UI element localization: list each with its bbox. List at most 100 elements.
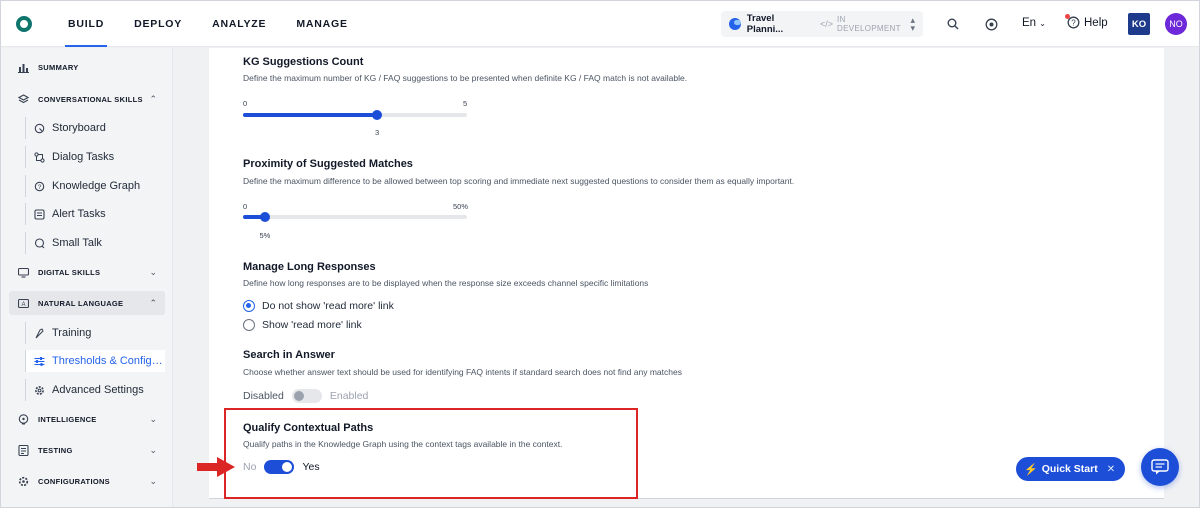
svg-text:A: A (21, 302, 25, 308)
sidebar-label: NATURAL LANGUAGE (38, 298, 124, 308)
proximity-min: 0 (243, 202, 248, 211)
qualify-paths-toggle-row: No Yes (243, 460, 320, 474)
sidebar-label: INTELLIGENCE (38, 414, 97, 424)
sidebar-item-label: Dialog Tasks (52, 151, 115, 163)
red-arrow-icon (197, 457, 235, 477)
kg-count-min: 0 (243, 99, 248, 108)
cog-icon (18, 476, 29, 487)
help-label: Help (1084, 16, 1108, 29)
checklist-icon (18, 444, 29, 456)
kg-count-title: KG Suggestions Count (243, 56, 364, 68)
radio-button[interactable] (243, 300, 255, 312)
top-navigation-bar: BUILD DEPLOY ANALYZE MANAGE Travel Plann… (1, 1, 1199, 47)
sidebar: SUMMARY CONVERSATIONAL SKILLS ⌃ Storyboa… (1, 48, 173, 507)
chevron-down-icon: ⌄ (149, 444, 157, 455)
sidebar-section-conversational-skills[interactable]: CONVERSATIONAL SKILLS ⌃ (9, 87, 165, 111)
sidebar-item-storyboard[interactable]: Storyboard (25, 117, 165, 139)
proximity-slider[interactable] (243, 212, 467, 222)
kg-count-description: Define the maximum number of KG / FAQ su… (243, 73, 688, 83)
help-button[interactable]: ? Help (1065, 14, 1108, 29)
chart-icon (18, 62, 29, 73)
sidebar-item-thresholds-configurations[interactable]: Thresholds & Configu... (25, 350, 165, 372)
language-icon: A (18, 298, 29, 309)
proximity-max: 50% (453, 202, 469, 211)
sidebar-section-digital-skills[interactable]: DIGITAL SKILLS ⌄ (9, 260, 165, 284)
proximity-slider-handle[interactable] (260, 212, 270, 222)
radio-label: Do not show 'read more' link (262, 300, 394, 312)
sidebar-label: TESTING (38, 445, 73, 455)
settings-panel: KG Suggestions Count Define the maximum … (209, 48, 1164, 499)
toggle-off-label: Disabled (243, 390, 284, 402)
sidebar-section-intelligence[interactable]: INTELLIGENCE ⌄ (9, 407, 165, 431)
kg-count-value: 3 (375, 128, 380, 137)
app-switcher[interactable]: Travel Planni... </> IN DEVELOPMENT ▴ ▾ (721, 11, 923, 37)
sidebar-section-testing[interactable]: TESTING ⌄ (9, 438, 165, 462)
radio-do-not-show-read-more[interactable]: Do not show 'read more' link (243, 300, 394, 312)
app-window: BUILD DEPLOY ANALYZE MANAGE Travel Plann… (0, 0, 1200, 508)
quick-start-button[interactable]: ⚡ Quick Start ✕ (1016, 457, 1125, 481)
scrollbar[interactable] (1191, 48, 1197, 507)
sidebar-item-small-talk[interactable]: Small Talk (25, 232, 165, 254)
qualify-paths-toggle[interactable] (264, 460, 295, 474)
kg-count-slider-handle[interactable] (372, 110, 382, 120)
sidebar-item-dialog-tasks[interactable]: Dialog Tasks (25, 146, 165, 168)
sidebar-item-training[interactable]: Training (25, 322, 165, 344)
kore-logo-icon[interactable] (16, 15, 32, 32)
search-in-answer-toggle[interactable] (291, 389, 322, 403)
sidebar-section-natural-language[interactable]: A NATURAL LANGUAGE ⌃ (9, 291, 165, 315)
toggle-on-label: Yes (302, 461, 320, 473)
chat-widget-button[interactable] (1141, 448, 1179, 486)
brain-icon (18, 413, 29, 425)
app-avatar-icon (729, 18, 741, 30)
radio-show-read-more[interactable]: Show 'read more' link (243, 319, 362, 331)
qualify-paths-title: Qualify Contextual Paths (243, 422, 374, 434)
sidebar-label: DIGITAL SKILLS (38, 267, 101, 277)
dialog-flow-icon (34, 151, 45, 163)
svg-text:?: ? (1071, 18, 1076, 27)
kg-count-slider-fill (243, 113, 377, 117)
proximity-value: 5% (259, 231, 271, 240)
app-name: Travel Planni... (746, 13, 784, 35)
qualify-paths-description: Qualify paths in the Knowledge Graph usi… (243, 439, 563, 449)
toggle-off-label: No (243, 461, 257, 473)
sidebar-item-advanced-settings[interactable]: Advanced Settings (25, 379, 165, 401)
lightning-icon: ⚡ (1024, 463, 1038, 476)
app-status: IN DEVELOPMENT (837, 15, 901, 33)
knowledge-graph-icon: ? (34, 181, 45, 192)
long-responses-description: Define how long responses are to be disp… (243, 278, 649, 288)
sidebar-item-label: Training (52, 327, 92, 339)
sidebar-item-label: Storyboard (52, 122, 106, 134)
sidebar-item-alert-tasks[interactable]: Alert Tasks (25, 203, 165, 225)
tab-build[interactable]: BUILD (53, 1, 119, 47)
storyboard-icon (34, 123, 45, 134)
close-icon[interactable]: ✕ (1107, 464, 1115, 475)
sidebar-section-configurations[interactable]: CONFIGURATIONS ⌄ (9, 469, 165, 493)
toggle-on-label: Enabled (329, 390, 369, 402)
search-icon[interactable] (944, 15, 962, 33)
tab-analyze[interactable]: ANALYZE (197, 1, 281, 47)
tab-deploy[interactable]: DEPLOY (119, 1, 197, 47)
sidebar-item-label: Thresholds & Configu... (52, 355, 164, 367)
radio-button[interactable] (243, 319, 255, 331)
help-icon: ? (1065, 14, 1080, 29)
layers-icon (18, 93, 29, 105)
search-in-answer-title: Search in Answer (243, 349, 335, 361)
chevron-down-icon: ⌄ (149, 475, 157, 486)
account-avatar[interactable]: NO (1165, 13, 1187, 35)
sidebar-label: CONFIGURATIONS (38, 476, 110, 486)
chevron-up-down-icon: ▴ ▾ (910, 15, 915, 33)
talk-to-bot-icon[interactable] (982, 15, 1000, 33)
sidebar-label: SUMMARY (38, 62, 79, 72)
chat-bubble-icon (34, 237, 45, 249)
kg-count-slider[interactable] (243, 110, 467, 120)
language-selector[interactable]: En ⌄ (1022, 17, 1046, 29)
proximity-title: Proximity of Suggested Matches (243, 158, 413, 170)
user-avatar[interactable]: KO (1128, 13, 1150, 35)
sidebar-item-summary[interactable]: SUMMARY (9, 55, 165, 79)
svg-text:?: ? (38, 184, 42, 191)
search-in-answer-description: Choose whether answer text should be use… (243, 367, 682, 377)
sidebar-item-label: Advanced Settings (52, 384, 144, 396)
tab-manage[interactable]: MANAGE (281, 1, 362, 47)
sidebar-item-knowledge-graph[interactable]: ? Knowledge Graph (25, 175, 165, 197)
chevron-down-icon: ⌄ (1039, 19, 1046, 28)
